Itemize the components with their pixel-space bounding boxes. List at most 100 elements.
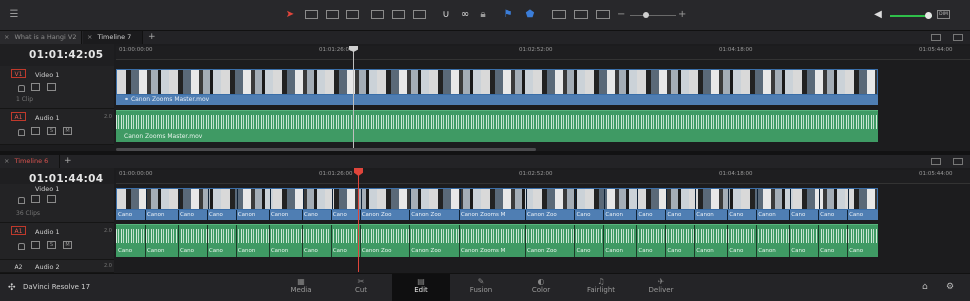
clip-boundary[interactable]: [847, 210, 849, 220]
clip-boundary[interactable]: [206, 225, 208, 257]
marker-icon[interactable]: ⬟: [525, 9, 535, 21]
timeline-view-icon[interactable]: [931, 158, 941, 165]
playhead[interactable]: [358, 170, 359, 272]
dynamic-trim-icon[interactable]: [326, 10, 339, 19]
page-tab-color[interactable]: ◐ Color: [512, 274, 570, 301]
clip-boundary[interactable]: [637, 189, 639, 209]
clip-boundary[interactable]: [524, 210, 526, 220]
clip-boundary[interactable]: [694, 225, 696, 257]
video-clip-row[interactable]: Cano Canon Cano Cano Canon Canon Cano Cano Canon…: [116, 210, 878, 220]
selection-pointer-icon[interactable]: ➤: [285, 9, 295, 21]
clip-boundary[interactable]: [574, 225, 576, 257]
clip-boundary[interactable]: [330, 225, 332, 257]
clip-boundary[interactable]: [727, 210, 729, 220]
speaker-icon[interactable]: ◀: [873, 9, 883, 21]
zoom-custom-icon[interactable]: [596, 10, 610, 19]
clip-boundary[interactable]: [694, 210, 696, 220]
dim-button[interactable]: DIM: [937, 10, 950, 19]
clip-boundary[interactable]: [756, 210, 758, 220]
auto-select-icon[interactable]: [31, 241, 40, 249]
trim-edit-icon[interactable]: [305, 10, 318, 19]
close-icon[interactable]: ×: [4, 157, 9, 165]
lock-icon[interactable]: [18, 197, 25, 204]
timeline-expand-icon[interactable]: [953, 158, 963, 165]
insert-clip-icon[interactable]: [371, 10, 384, 19]
home-icon[interactable]: ⌂: [922, 282, 928, 292]
clip-boundary[interactable]: [575, 189, 577, 209]
audio-clip[interactable]: Canon Zooms Master.mov: [116, 110, 878, 142]
clip-boundary[interactable]: [409, 225, 411, 257]
clip-boundary[interactable]: [756, 225, 758, 257]
clip-boundary[interactable]: [359, 210, 361, 220]
clip-boundary[interactable]: [144, 210, 146, 220]
auto-select-icon[interactable]: [31, 127, 40, 135]
track-visibility-icon[interactable]: [47, 195, 56, 203]
mute-button[interactable]: M: [63, 127, 72, 135]
clip-boundary[interactable]: [145, 189, 147, 209]
clip-boundary[interactable]: [757, 189, 759, 209]
clip-boundary[interactable]: [603, 210, 605, 220]
linked-selection-icon[interactable]: ∞: [460, 9, 470, 21]
page-tab-edit[interactable]: ▤ Edit: [392, 274, 450, 301]
clip-boundary[interactable]: [360, 189, 362, 209]
tab-timeline-7[interactable]: × Timeline 7: [83, 31, 143, 44]
page-tab-fusion[interactable]: ✎ Fusion: [452, 274, 510, 301]
clip-boundary[interactable]: [636, 225, 638, 257]
clip-boundary[interactable]: [665, 210, 667, 220]
clip-boundary[interactable]: [409, 210, 411, 220]
clip-boundary[interactable]: [235, 225, 237, 257]
video-clip-thumbnails[interactable]: [116, 188, 878, 210]
clip-boundary[interactable]: [847, 225, 849, 257]
clip-boundary[interactable]: [695, 189, 697, 209]
lock-icon[interactable]: [18, 85, 25, 92]
clip-boundary[interactable]: [459, 189, 461, 209]
track-badge-a1[interactable]: A1: [11, 226, 26, 235]
tab-what-is-a-hangi-v2[interactable]: × What is a Hangi V2: [0, 31, 82, 44]
zoom-slider-knob[interactable]: [643, 12, 649, 18]
clip-boundary[interactable]: [177, 225, 179, 257]
clip-boundary[interactable]: [268, 210, 270, 220]
audio-clip-row[interactable]: Cano Canon Cano Cano Canon Canon Cano Cano Canon…: [116, 224, 878, 257]
clip-boundary[interactable]: [359, 225, 361, 257]
snapping-icon[interactable]: ∪: [441, 9, 451, 21]
close-icon[interactable]: ×: [4, 33, 9, 41]
clip-boundary[interactable]: [665, 225, 667, 257]
page-tab-fairlight[interactable]: ♫ Fairlight: [572, 274, 630, 301]
page-tab-deliver[interactable]: ✈ Deliver: [632, 274, 690, 301]
tab-timeline-6[interactable]: × Timeline 6: [0, 155, 60, 168]
zoom-in-icon[interactable]: +: [678, 9, 686, 21]
blade-icon[interactable]: [346, 10, 359, 19]
auto-select-icon[interactable]: [31, 195, 40, 203]
clip-boundary[interactable]: [330, 210, 332, 220]
solo-button[interactable]: S: [47, 241, 56, 249]
zoom-detail-icon[interactable]: [574, 10, 588, 19]
clip-boundary[interactable]: [458, 210, 460, 220]
zoom-slider[interactable]: [630, 15, 676, 16]
timeline-view-icon[interactable]: [931, 34, 941, 41]
clip-boundary[interactable]: [236, 189, 238, 209]
clip-boundary[interactable]: [848, 189, 850, 209]
track-badge-a2[interactable]: A2: [11, 262, 26, 271]
auto-select-icon[interactable]: [31, 83, 40, 91]
playhead[interactable]: [353, 46, 354, 148]
flag-icon[interactable]: ⚑: [503, 9, 513, 21]
replace-clip-icon[interactable]: [413, 10, 426, 19]
menu-icon[interactable]: ☰: [8, 9, 20, 21]
clip-boundary[interactable]: [603, 225, 605, 257]
track-badge-v1[interactable]: V1: [11, 69, 26, 78]
mute-button[interactable]: M: [63, 241, 72, 249]
volume-slider-knob[interactable]: [925, 12, 932, 19]
clip-boundary[interactable]: [574, 210, 576, 220]
clip-boundary[interactable]: [206, 210, 208, 220]
clip-boundary[interactable]: [789, 225, 791, 257]
lock-icon[interactable]: [18, 129, 25, 136]
zoom-out-icon[interactable]: −: [617, 9, 625, 21]
track-badge-a1[interactable]: A1: [11, 112, 26, 121]
page-tab-cut[interactable]: ✂ Cut: [332, 274, 390, 301]
clip-boundary[interactable]: [177, 210, 179, 220]
zoom-full-icon[interactable]: [552, 10, 566, 19]
clip-boundary[interactable]: [636, 210, 638, 220]
clip-boundary[interactable]: [728, 189, 730, 209]
clip-boundary[interactable]: [302, 189, 304, 209]
clip-boundary[interactable]: [604, 189, 606, 209]
